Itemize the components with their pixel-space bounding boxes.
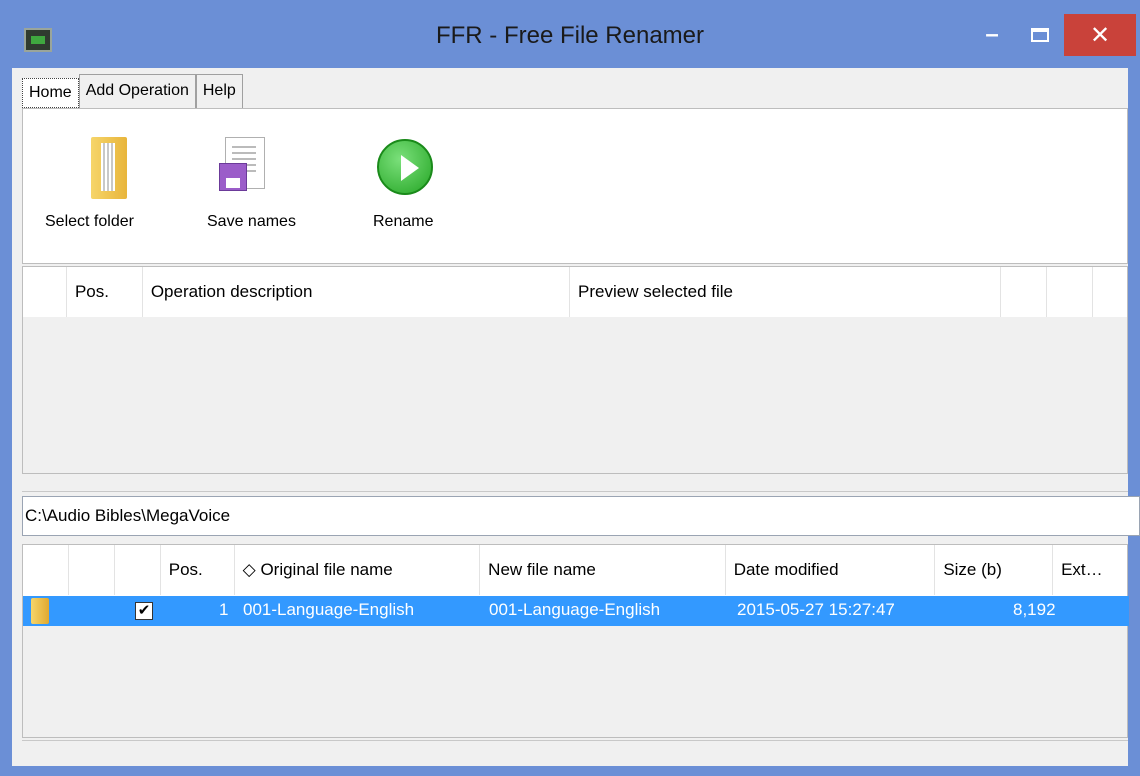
operations-header: Pos. Operation description Preview selec… [23, 267, 1127, 317]
table-row[interactable]: ✔ 1 001-Language-English 001-Language-En… [23, 596, 1129, 626]
rename-button[interactable]: Rename [359, 133, 449, 253]
folder-icon [31, 598, 49, 624]
row-checkbox[interactable]: ✔ [135, 602, 153, 620]
col-blank[interactable] [23, 267, 67, 317]
maximize-icon [1031, 28, 1049, 42]
tab-help[interactable]: Help [195, 74, 243, 108]
client-area: Home Add Operation Help Select folder Sa… [12, 68, 1140, 766]
maximize-button[interactable] [1018, 14, 1062, 56]
save-names-button[interactable]: Save names [195, 133, 315, 253]
folder-path-field[interactable]: C:\Audio Bibles\MegaVoice [22, 496, 1140, 536]
title-bar[interactable]: FFR - Free File Renamer – ✕ [0, 0, 1140, 68]
cell-pos: 1 [219, 600, 229, 619]
cell-date-modified: 2015-05-27 15:27:47 [737, 600, 895, 619]
col-icon[interactable] [23, 545, 69, 595]
ribbon-panel: Select folder Save names Rename [22, 108, 1128, 264]
operations-list[interactable]: Pos. Operation description Preview selec… [22, 266, 1128, 474]
col-size[interactable]: Size (b) [935, 545, 1054, 595]
col-original-file-name[interactable]: ◇ Original file name [235, 545, 481, 595]
save-names-label: Save names [207, 213, 296, 230]
cell-size: 8,192 [1013, 600, 1056, 619]
col-operation-description[interactable]: Operation description [143, 267, 571, 317]
folder-icon [91, 137, 127, 199]
splitter[interactable] [22, 476, 1128, 492]
floppy-disk-icon [219, 163, 247, 191]
col-ext[interactable]: Ext… [1053, 545, 1127, 595]
col-date-modified[interactable]: Date modified [726, 545, 936, 595]
tab-home[interactable]: Home [22, 78, 79, 108]
tab-add-operation[interactable]: Add Operation [78, 74, 196, 108]
cell-original-name: 001-Language-English [243, 600, 415, 619]
col-pos[interactable]: Pos. [67, 267, 143, 317]
cell-new-name: 001-Language-English [489, 600, 661, 619]
select-folder-label: Select folder [45, 213, 134, 230]
ribbon-tabs: Home Add Operation Help [22, 74, 243, 108]
close-button[interactable]: ✕ [1064, 14, 1136, 56]
col-extra-3[interactable] [1093, 267, 1127, 317]
col-extra-1[interactable] [1001, 267, 1048, 317]
col-blank-2[interactable] [69, 545, 115, 595]
minimize-button[interactable]: – [970, 14, 1014, 56]
col-new-file-name[interactable]: New file name [480, 545, 726, 595]
col-file-pos[interactable]: Pos. [161, 545, 235, 595]
col-check[interactable] [115, 545, 161, 595]
col-preview-selected-file[interactable]: Preview selected file [570, 267, 1002, 317]
window-title: FFR - Free File Renamer [435, 22, 705, 49]
files-list[interactable]: ✔ 1 001-Language-English 001-Language-En… [22, 596, 1129, 738]
status-bar [22, 740, 1128, 766]
app-window: FFR - Free File Renamer – ✕ Home Add Ope… [0, 0, 1140, 776]
select-folder-button[interactable]: Select folder [45, 133, 165, 253]
rename-label: Rename [373, 213, 434, 230]
play-icon [377, 139, 433, 195]
files-header: Pos. ◇ Original file name New file name … [22, 544, 1128, 596]
col-extra-2[interactable] [1047, 267, 1094, 317]
